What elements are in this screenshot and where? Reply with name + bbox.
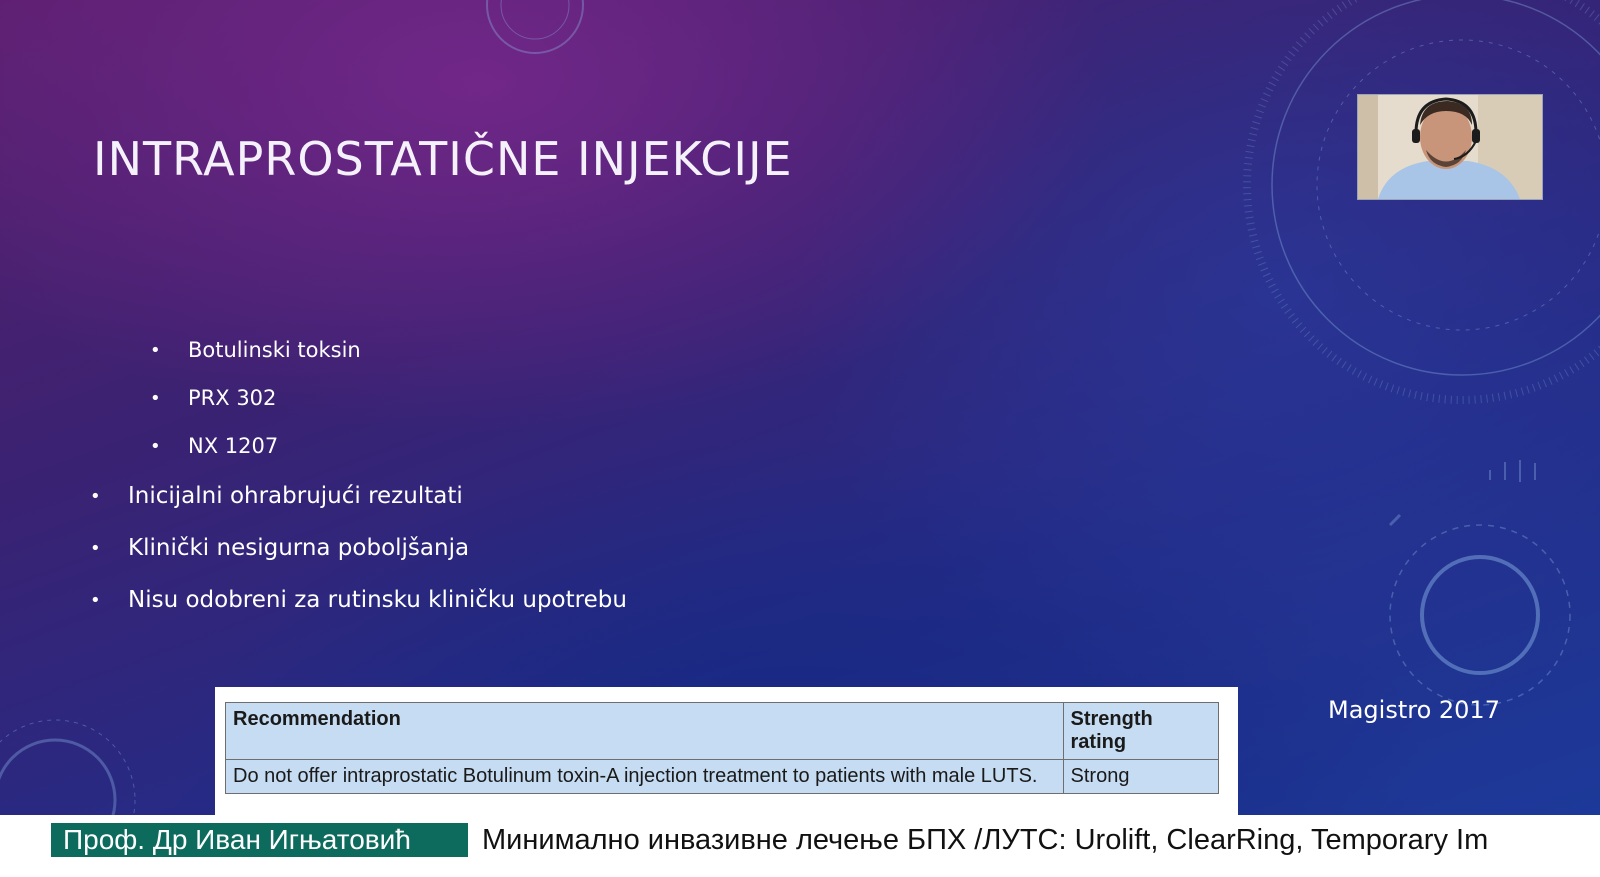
table-row: Do not offer intraprostatic Botulinum to… [225,759,1220,794]
bullet-dot: • [150,340,161,361]
list-item: • Botulinski toksin [150,338,361,362]
slide-credit: Magistro 2017 [1328,696,1500,724]
list-item-text: Botulinski toksin [188,338,361,362]
list-item-text: Inicijalni ohrabrujući rezultati [128,483,463,509]
list-item-text: Klinički nesigurna poboljšanja [128,535,470,561]
bullet-dot: • [90,486,101,507]
list-item: • Inicijalni ohrabrujući rezultati [90,483,463,509]
header-recommendation: Recommendation [225,702,1064,760]
list-item: • Nisu odobreni za rutinsku kliničku upo… [90,587,627,613]
speaker-name-tag: Проф. Др Иван Игњатовић [51,823,468,857]
list-item: • NX 1207 [150,434,279,458]
presenter-video-icon [1358,95,1542,199]
list-item-text: PRX 302 [188,386,277,410]
list-item-text: NX 1207 [188,434,279,458]
bullet-list: • Botulinski toksin • PRX 302 • NX 1207 … [0,0,1200,700]
bullet-dot: • [150,436,161,457]
bullet-dot: • [90,590,101,611]
ticker-headline: Минимално инвазивне лечење БПХ /ЛУТС: Ur… [482,824,1489,856]
table-header-row: Recommendation Strength rating [225,702,1220,760]
cell-strength-rating: Strong [1062,759,1220,794]
bullet-dot: • [150,388,161,409]
list-item-text: Nisu odobreni za rutinsku kliničku upotr… [128,587,627,613]
cell-recommendation: Do not offer intraprostatic Botulinum to… [225,759,1064,794]
header-strength-rating: Strength rating [1062,702,1220,760]
recommendation-table: Recommendation Strength rating Do not of… [225,702,1220,794]
list-item: • Klinički nesigurna poboljšanja [90,535,470,561]
presentation-slide: INTRAPROSTATIČNE INJEKCIJE • Botulinski … [0,0,1600,830]
list-item: • PRX 302 [150,386,277,410]
recommendation-table-panel: Recommendation Strength rating Do not of… [215,687,1238,817]
presenter-webcam[interactable] [1357,94,1543,200]
broadcast-ticker: Проф. Др Иван Игњатовић Минимално инвази… [0,815,1600,877]
bullet-dot: • [90,538,101,559]
